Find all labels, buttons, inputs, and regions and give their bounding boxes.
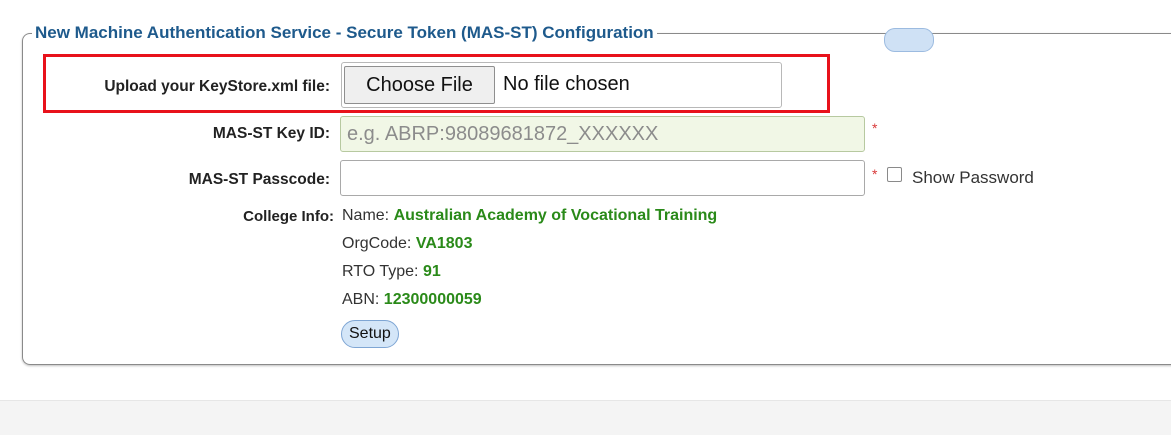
- org-code-label: OrgCode:: [342, 235, 412, 252]
- keystore-label: Upload your KeyStore.xml file:: [104, 78, 330, 95]
- org-code-line: OrgCode: VA1803: [342, 235, 472, 253]
- college-info-label: College Info:: [243, 208, 334, 225]
- page-footer-band: [0, 400, 1171, 435]
- abn-line: ABN: 12300000059: [342, 291, 482, 309]
- college-name-line: Name: Australian Academy of Vocational T…: [342, 207, 717, 225]
- choose-file-button[interactable]: Choose File: [344, 66, 495, 104]
- key-id-input[interactable]: [340, 116, 865, 152]
- key-id-required-mark: *: [872, 120, 878, 136]
- partial-button-above[interactable]: [884, 28, 934, 52]
- abn-value: 12300000059: [383, 291, 482, 308]
- show-password-checkbox[interactable]: [887, 167, 902, 182]
- setup-button[interactable]: Setup: [341, 320, 399, 348]
- passcode-label: MAS-ST Passcode:: [188, 171, 330, 188]
- rto-type-value: 91: [422, 263, 441, 280]
- fieldset-legend: New Machine Authentication Service - Sec…: [32, 23, 657, 43]
- key-id-label: MAS-ST Key ID:: [212, 125, 330, 142]
- college-name-label: Name:: [342, 207, 390, 224]
- passcode-required-mark: *: [872, 166, 878, 182]
- abn-label: ABN:: [342, 291, 380, 308]
- passcode-input[interactable]: [340, 160, 865, 196]
- org-code-value: VA1803: [415, 235, 473, 252]
- show-password-label[interactable]: Show Password: [912, 168, 1034, 188]
- college-name-value: Australian Academy of Vocational Trainin…: [393, 207, 718, 224]
- rto-type-line: RTO Type: 91: [342, 263, 441, 281]
- file-status-text: No file chosen: [503, 73, 630, 95]
- rto-type-label: RTO Type:: [342, 263, 419, 280]
